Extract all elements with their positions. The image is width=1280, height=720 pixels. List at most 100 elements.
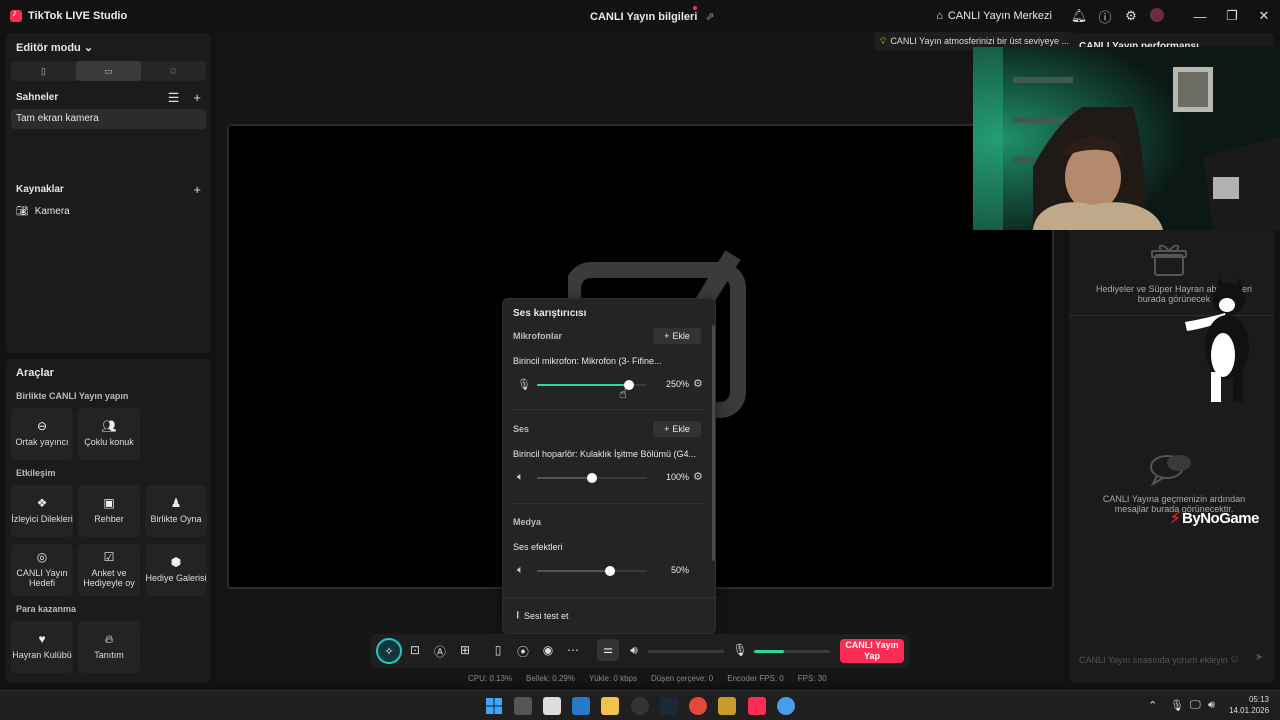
sound-mixer-button[interactable]: ⚌ [597,639,619,661]
comment-input[interactable]: CANLI Yayın sırasında yorum ekleyin [1075,650,1245,670]
tool-live-goal[interactable]: ◎ CANLI Yayın Hedefi [11,544,73,596]
source-item[interactable]: 📷︎ Kamera [16,206,70,217]
send-icon[interactable]: ➤ [1255,652,1263,663]
speaker-icon[interactable]: 🔈︎ [517,564,524,577]
tool-fan-club[interactable]: ♥ Hayran Kulübü [11,621,73,673]
tool-promote[interactable]: 🔥︎ Tanıtım [78,621,140,673]
file-explorer-icon[interactable] [601,697,619,715]
group-label: Birlikte CANLI Yayın yapın [16,391,129,401]
replay-icon[interactable]: ◉ [538,643,558,657]
tool-guide[interactable]: ▣ Rehber [78,485,140,537]
tool-poll[interactable]: ☑ Anket ve Hediyeyle oy [78,544,140,596]
editor-mode-dropdown[interactable]: Editör modu ⌄ [16,41,93,54]
bell-icon[interactable]: 🔔︎ [1066,8,1092,24]
speaker-volume-slider[interactable] [537,473,647,483]
scene-item[interactable]: Tam ekran kamera [11,109,206,129]
photos-icon[interactable] [572,697,590,715]
plus-icon: + [664,331,670,341]
scrollbar[interactable] [712,325,715,561]
chrome-profile-icon[interactable] [777,697,795,715]
maximize-button[interactable]: ❐ [1216,8,1248,24]
test-sound-button[interactable]: 𝄃 Sesi test et [517,610,569,621]
bottom-control-bar: ✧ ⊡ Ⓐ ⊞ ▯ ⦿ ◉ ⋯ ⚌ 🔊︎ 🎙︎ CANLI Yayın Yap [370,634,910,668]
minimize-button[interactable]: — [1184,9,1216,24]
chat-icon [1150,455,1191,487]
add-source-button[interactable]: + [193,182,201,197]
help-icon[interactable]: ⓘ [1092,7,1118,26]
tool-label: Ortak yayıncı [15,437,69,448]
tiktok-live-studio-icon[interactable] [748,697,766,715]
live-center-button[interactable]: ⌂ CANLI Yayın Merkezi [936,10,1052,22]
clock[interactable]: 05:13 14.01.2026 [1229,694,1269,716]
microphone-icon[interactable]: 🎙︎ [517,378,531,391]
magic-wand-icon[interactable]: ✧ [376,638,402,664]
windows-start-icon[interactable] [485,697,503,715]
group-label: Etkileşim [16,468,56,478]
editor-mode-label: Editör modu [16,42,81,54]
slider-knob[interactable] [605,566,616,576]
mic-volume-slider[interactable] [537,380,647,390]
media-section-label: Medya [513,517,542,527]
screen-add-icon[interactable]: ⊞ [455,643,475,657]
test-sound-label: Sesi test et [524,610,569,621]
go-live-button[interactable]: CANLI Yayın Yap [840,639,904,663]
tool-viewer-wishes[interactable]: ❖ İzleyici Dilekleri [11,485,73,537]
mic-settings-icon[interactable]: ⚙ [693,377,703,390]
volume-icon[interactable]: 🔊︎ [1208,699,1215,712]
speaker-icon[interactable]: 🔊︎ [624,643,644,658]
live-info-title[interactable]: CANLI Yayın bilgileri ⇗ [590,6,715,23]
tool-multi-guest[interactable]: 👥︎ Çoklu konuk [78,408,140,460]
microphone-icon[interactable]: 🎙︎ [1170,699,1184,712]
cat-sticker [1185,277,1249,402]
microphone-icon[interactable]: 🎙︎ [730,643,750,657]
more-icon[interactable]: ⋯ [563,643,583,657]
tool-play-together[interactable]: ♟ Birlikte Oyna [145,485,207,537]
slider-knob[interactable] [587,473,597,483]
share-icon[interactable]: ⇗ [705,10,714,23]
add-scene-button[interactable]: + [193,90,201,106]
speaker-icon[interactable]: 🔈︎ [517,471,524,484]
monitor-icon[interactable]: 🖵︎ [1190,699,1201,712]
media-icon[interactable] [718,697,736,715]
upload-stat: Yükle: 0 kbps [588,674,637,683]
list-icon[interactable]: ☰ [168,90,180,106]
tool-co-host[interactable]: ⊖ Ortak yayıncı [11,408,73,460]
tiktok-logo-icon [10,8,22,22]
camera-icon: 📷︎ [16,206,29,217]
encoder-fps-stat: Encoder FPS: 0 [727,674,784,683]
time: 05:13 [1248,695,1269,704]
portrait-mode-button[interactable]: ▯ [11,61,76,81]
cpu-stat: CPU: 0.13% [468,674,513,683]
fps-stat: FPS: 30 [797,674,827,683]
emoji-icon[interactable]: ☺ [1229,653,1240,665]
chrome-icon[interactable] [689,697,707,715]
home-icon: ⌂ [936,10,943,22]
tool-gift-gallery[interactable]: ⬢ Hediye Galerisi [145,544,207,596]
dual-mode-button[interactable]: ⧉ [141,61,206,81]
chevron-up-icon[interactable]: ⌃ [1148,699,1157,712]
add-label: Ekle [672,424,690,434]
poll-icon: ☑ [103,550,115,565]
phone-icon[interactable]: ▯ [488,643,508,657]
add-speaker-button[interactable]: + Ekle [653,421,701,437]
dropped-frames-stat: Düşen çerçeve: 0 [650,674,714,683]
obs-icon[interactable] [631,697,649,715]
gear-icon[interactable]: ⚙ [1118,8,1144,24]
speaker-settings-icon[interactable]: ⚙ [693,470,703,483]
app-title: TikTok LIVE Studio [0,8,127,22]
effects-volume-slider[interactable] [537,566,647,576]
record-icon[interactable]: ⦿ [513,643,533,660]
landscape-mode-button[interactable]: ▭ [76,61,141,81]
caption-icon[interactable]: ⊡ [405,643,425,657]
add-mic-button[interactable]: + Ekle [653,328,701,344]
ai-icon[interactable]: Ⓐ [430,643,450,660]
notepad-icon[interactable] [543,697,561,715]
steam-icon[interactable] [660,697,678,715]
avatar[interactable] [1144,7,1170,25]
watermark-text: ByNoGame [1182,509,1259,527]
lightbulb-icon: 💡︎ [880,35,887,46]
slider-fill [537,570,611,572]
close-button[interactable]: ✕ [1248,8,1280,24]
task-view-icon[interactable] [514,697,532,715]
tool-label: Anket ve Hediyeyle oy [83,568,135,589]
